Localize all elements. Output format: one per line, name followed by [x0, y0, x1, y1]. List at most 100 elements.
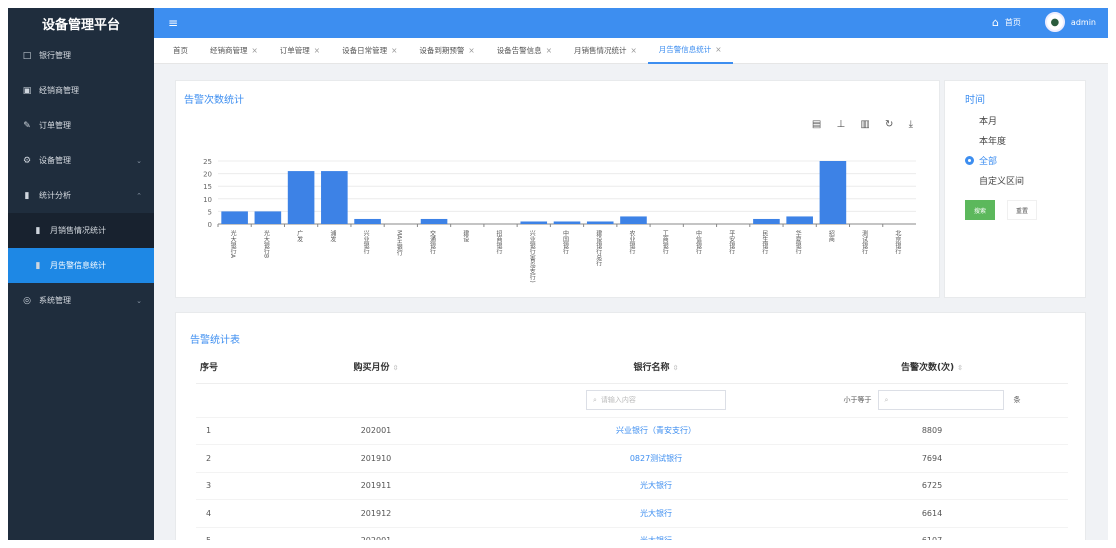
y-tick-label: 0 [208, 221, 212, 229]
table-row[interactable]: 1 202001 兴业银行（青安支行） 8809 [196, 417, 1068, 445]
radio-button[interactable] [965, 116, 974, 125]
close-icon[interactable]: × [715, 45, 721, 54]
sort-icon[interactable]: ⇳ [957, 364, 963, 372]
row-bank[interactable]: 光大银行 [516, 527, 796, 540]
username[interactable]: admin [1071, 18, 1096, 27]
sidebar-item-monthly-alarms[interactable]: ▮ 月告警信息统计 [8, 248, 154, 283]
tab-orders[interactable]: 订单管理 × [269, 38, 331, 64]
tab-home[interactable]: 首页 [162, 38, 199, 64]
close-icon[interactable]: × [468, 46, 474, 55]
radio-label: 全部 [979, 156, 998, 167]
bar [354, 218, 381, 224]
row-bank[interactable]: 光大银行 [516, 499, 796, 528]
row-month: 201911 [236, 472, 516, 500]
row-bank[interactable]: 兴业银行（青安支行） [516, 417, 796, 445]
radio-label: 自定义区间 [979, 176, 1025, 187]
x-tick-label: 招商银行 [495, 229, 502, 255]
y-tick-label: 10 [203, 196, 212, 204]
x-tick-label: 中信银行 [694, 229, 701, 255]
sidebar-item-orders[interactable]: ✎ 订单管理 [8, 108, 154, 143]
sidebar-item-label: 设备管理 [39, 156, 71, 165]
row-index: 5 [196, 527, 236, 540]
radio-button[interactable] [965, 136, 974, 145]
sidebar-item-dealer[interactable]: ▣ 经销商管理 [8, 73, 154, 108]
reset-button[interactable]: 重置 [1007, 200, 1037, 220]
x-tick-label: 华夏银行 [794, 229, 801, 255]
close-icon[interactable]: × [630, 46, 636, 55]
radio-button[interactable] [965, 176, 974, 185]
alarm-chart-card: 告警次数统计 ▤ ⊥ ▥ ↻ ⤓ 0 5 10 15 20 25 光大银行A 光大银行B 广发浦… [175, 80, 940, 298]
row-month: 201912 [236, 499, 516, 528]
table-row[interactable]: 5202001光大银行6107 [196, 527, 1068, 540]
row-alarm-count: 6614 [796, 499, 1068, 528]
avatar[interactable]: ● [1044, 12, 1065, 32]
top-right-area: ⌂ 首页 ● admin [992, 12, 1096, 32]
row-index: 4 [196, 499, 236, 528]
app-frame: 设备管理平台 □ 银行管理 ▣ 经销商管理 ✎ 订单管理 ⚙ 设备管理 ⌄ ▮ … [8, 8, 1108, 540]
y-tick-label: 25 [203, 158, 212, 166]
sidebar-item-devices[interactable]: ⚙ 设备管理 ⌄ [8, 143, 154, 178]
home-link[interactable]: 首页 [1005, 17, 1021, 28]
bar [786, 216, 813, 224]
table-row[interactable]: 2 201910 0827测试银行 7694 [196, 444, 1068, 473]
column-header-month[interactable]: 购买月份 ⇳ [236, 351, 516, 384]
time-filter-buttons: 搜索 重置 [965, 200, 1065, 220]
sidebar-item-label: 统计分析 [39, 191, 71, 200]
sort-icon[interactable]: ⇳ [673, 364, 679, 372]
tab-dealer[interactable]: 经销商管理 × [199, 38, 269, 64]
brand-title: 设备管理平台 [8, 8, 154, 38]
tab-monthly-alarms[interactable]: 月告警信息统计 × [647, 38, 733, 64]
count-filter: 小于等于 ⌕ 条 [844, 390, 1021, 410]
row-bank[interactable]: 0827测试银行 [516, 444, 796, 473]
tab-device-daily[interactable]: 设备日常管理 × [331, 38, 408, 64]
x-tick-label: 广发 [296, 229, 303, 243]
y-tick-label: 5 [208, 208, 212, 216]
sidebar: 设备管理平台 □ 银行管理 ▣ 经销商管理 ✎ 订单管理 ⚙ 设备管理 ⌄ ▮ … [8, 8, 154, 540]
bar [321, 171, 348, 224]
tab-device-alarms[interactable]: 设备告警信息 × [486, 38, 563, 64]
bank-search-input[interactable]: ⌕ 请输入内容 [586, 390, 726, 410]
close-icon[interactable]: × [546, 46, 552, 55]
close-icon[interactable]: × [314, 46, 320, 55]
time-option-custom[interactable]: 自定义区间 [965, 170, 1065, 190]
x-tick-label: 平安银行 [728, 230, 735, 255]
bar [753, 218, 780, 224]
tab-label: 月告警信息统计 [658, 45, 712, 54]
column-header-alarm-count[interactable]: 告警次数(次) ⇳ [796, 351, 1068, 384]
sidebar-item-statistics[interactable]: ▮ 统计分析 ⌃ [8, 178, 154, 213]
dealer-icon: ▣ [22, 85, 32, 96]
sort-icon[interactable]: ⇳ [393, 364, 399, 372]
time-filter-title: 时间 [965, 95, 985, 106]
menu-toggle-icon[interactable]: ≡ [168, 16, 178, 30]
x-tick-label: 交通银行 [429, 229, 436, 255]
search-button[interactable]: 搜索 [965, 200, 995, 220]
x-tick-label: 建设银行总行 [595, 229, 602, 267]
count-unit: 条 [1013, 396, 1021, 404]
x-tick-label: 工商银行 [661, 230, 668, 255]
sidebar-item-bank[interactable]: □ 银行管理 [8, 38, 154, 73]
tab-device-expiry[interactable]: 设备到期预警 × [408, 38, 485, 64]
radio-button-checked[interactable] [965, 155, 974, 165]
time-option-this-year[interactable]: 本年度 [965, 130, 1065, 150]
table-row[interactable]: 3 201911 光大银行 6725 [196, 472, 1068, 500]
home-icon[interactable]: ⌂ [992, 16, 999, 29]
row-alarm-count: 6725 [796, 472, 1068, 500]
top-bar: ≡ ⌂ 首页 ● admin [154, 8, 1108, 38]
sidebar-item-monthly-sales[interactable]: ▮ 月销售情况统计 [8, 213, 154, 248]
close-icon[interactable]: × [391, 46, 397, 55]
column-header-bank[interactable]: 银行名称 ⇳ [516, 351, 796, 384]
time-option-all[interactable]: 全部 [965, 150, 1065, 170]
close-icon[interactable]: × [252, 46, 258, 55]
sidebar-item-system[interactable]: ◎ 系统管理 ⌄ [8, 283, 154, 318]
sidebar-item-label: 月告警信息统计 [50, 261, 106, 270]
bar [254, 211, 282, 224]
row-bank[interactable]: 光大银行 [516, 472, 796, 500]
time-option-this-month[interactable]: 本月 [965, 110, 1065, 130]
table-title: 告警统计表 [190, 335, 240, 346]
y-tick-label: 15 [203, 183, 212, 191]
document-icon: □ [22, 50, 32, 61]
tab-monthly-sales[interactable]: 月销售情况统计 × [563, 38, 648, 64]
table-row[interactable]: 4 201912 光大银行 6614 [196, 499, 1068, 528]
count-filter-input[interactable]: ⌕ [877, 390, 1004, 410]
bar [520, 221, 548, 224]
